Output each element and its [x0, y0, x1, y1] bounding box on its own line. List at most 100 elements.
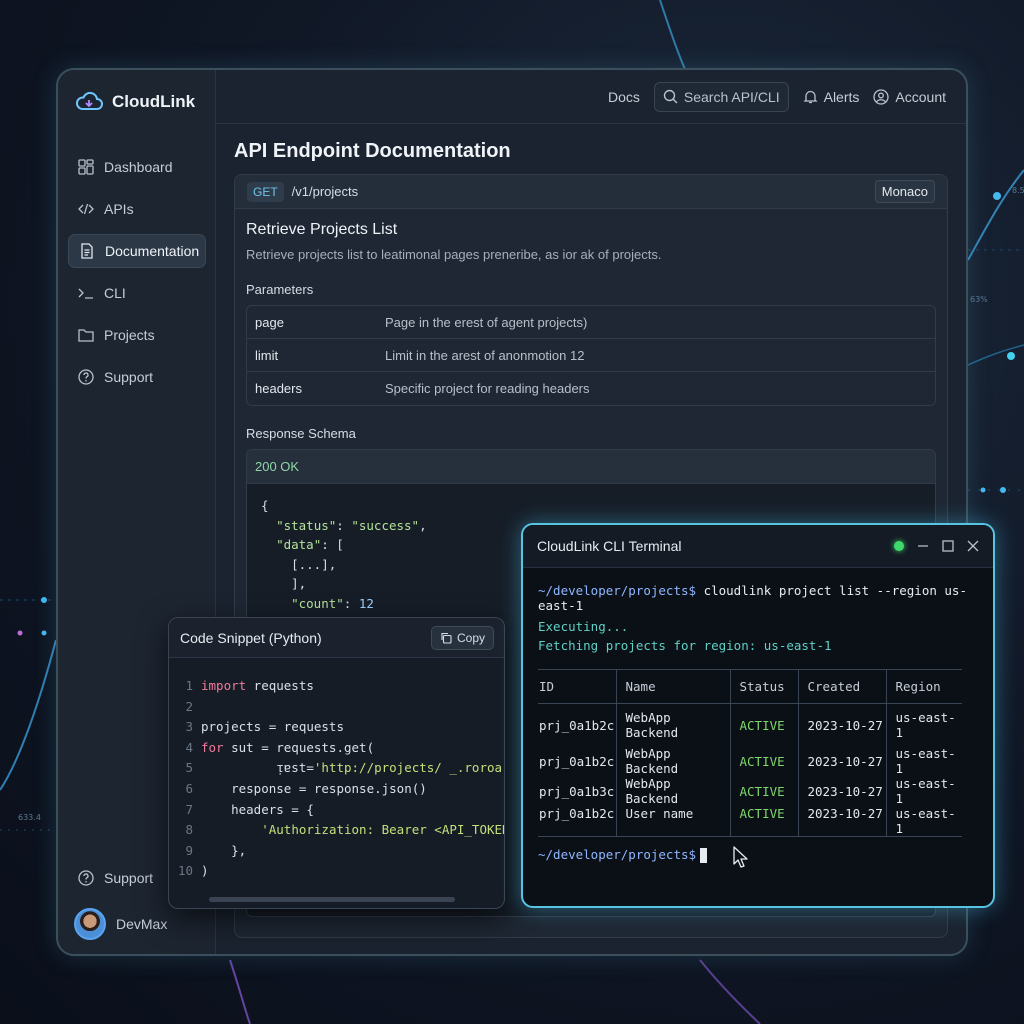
bg-label-2: 63% — [970, 295, 988, 304]
shell-prompt: ~/developer/projects$ — [538, 847, 697, 862]
terminal-output[interactable]: ~/developer/projects$ cloudlink project … — [538, 583, 983, 863]
brand[interactable]: CloudLink — [74, 90, 195, 114]
status-dot-icon — [894, 541, 904, 551]
sidebar-item-projects[interactable]: Projects — [68, 318, 206, 352]
response-schema-label: Response Schema — [246, 426, 356, 441]
brand-name: CloudLink — [112, 92, 196, 111]
snippet-title: Code Snippet (Python) — [180, 629, 322, 646]
code-text: ) — [201, 863, 209, 879]
json-value: 12 — [358, 595, 374, 611]
json-key: "count" — [291, 595, 344, 611]
account-button[interactable]: Account — [873, 89, 946, 105]
sidebar-item-apis[interactable]: APIs — [68, 192, 206, 226]
code-line: 1 import requests — [169, 676, 504, 697]
window-controls — [894, 540, 979, 552]
json-line: [...], — [291, 556, 337, 572]
sidebar-bottom-support[interactable]: Support — [78, 870, 153, 886]
horizontal-scrollbar[interactable] — [209, 897, 455, 902]
line-number: 1 — [185, 678, 193, 693]
cell-region: us-east-1 — [895, 776, 956, 806]
maximize-icon[interactable] — [942, 540, 954, 552]
shell-prompt: ~/developer/projects$ — [538, 583, 697, 598]
copy-label: Copy — [456, 630, 485, 645]
table-row: headers Specific project for reading hea… — [247, 372, 935, 405]
cell-name: WebApp Backend — [616, 703, 731, 740]
search-placeholder: Search API/CLI — [683, 88, 780, 105]
cell-status: ACTIVE — [730, 703, 799, 740]
code-line: 9 }, — [169, 841, 504, 862]
docs-link[interactable]: Docs — [608, 89, 640, 105]
sidebar-item-dashboard[interactable]: Dashboard — [68, 150, 206, 184]
json-line: : [ — [321, 537, 344, 552]
cell-region: us-east-1 — [895, 710, 956, 740]
line-number: 6 — [185, 780, 193, 796]
json-value: "success" — [351, 517, 420, 533]
fetching-text: Fetching projects for region: us-east-1 — [538, 638, 832, 653]
sidebar-item-documentation[interactable]: Documentation — [68, 234, 206, 268]
search-input[interactable]: Search API/CLI — [653, 81, 789, 112]
sidebar-nav: Dashboard APIs Documentation CLI Project… — [68, 150, 206, 402]
code-text: ᴉɐst= — [201, 760, 314, 776]
alerts-button[interactable]: Alerts — [803, 89, 859, 105]
code-string: 'Authorization: Bearer <API_TOKEN>', — [261, 822, 504, 838]
line-number: 3 — [185, 719, 193, 735]
line-number: 9 — [185, 842, 193, 858]
cell-status: ACTIVE — [730, 740, 799, 776]
projects-table: ID Name Status Created Region prj_0a1b2c… — [538, 669, 962, 837]
editor-badge[interactable]: Monaco — [874, 180, 935, 203]
code-keyword: for — [201, 739, 224, 755]
text-cursor — [700, 848, 708, 863]
table-row: prj_0a1b2c WebApp Backend ACTIVE 2023-10… — [538, 740, 962, 776]
line-number: 5 — [185, 760, 193, 776]
bg-label-3: 633.4 — [18, 813, 41, 822]
cell-created: 2023-10-27 — [798, 806, 887, 837]
endpoint-header: GET /v1/projects Monaco — [235, 175, 947, 209]
json-key: "data" — [276, 537, 322, 552]
terminal-header: CloudLink CLI Terminal — [523, 525, 993, 568]
sidebar-item-support[interactable]: Support — [68, 360, 206, 394]
close-icon[interactable] — [967, 540, 979, 552]
cell-region: us-east-1 — [886, 806, 962, 837]
user-profile[interactable]: DevMax — [74, 908, 167, 940]
code-text: headers = { — [201, 801, 314, 817]
code-line: 4 for sut = requests.get( — [169, 738, 504, 759]
sidebar-item-cli[interactable]: CLI — [68, 276, 206, 310]
code-block: 1 import requests 2 3 projects = requests … — [169, 658, 504, 882]
code-line: 7 headers = { — [169, 800, 504, 821]
minimize-icon[interactable] — [917, 540, 929, 552]
code-line: 6 response = response.json() — [169, 779, 504, 800]
section-title: Retrieve Projects List — [246, 221, 398, 238]
cell-id: prj_0a1b2c — [538, 806, 617, 837]
help-icon — [78, 369, 94, 385]
search-icon — [663, 89, 678, 104]
line-number: 2 — [185, 698, 193, 714]
endpoint-path: /v1/projects — [291, 184, 359, 199]
cell-name: WebApp Backend — [616, 740, 731, 776]
copy-icon — [441, 632, 452, 644]
line-number: 8 — [185, 822, 193, 838]
json-line: ], — [291, 576, 307, 591]
table-header-row: ID Name Status Created Region — [538, 669, 962, 704]
line-number: 4 — [185, 739, 193, 755]
terminal-title: CloudLink CLI Terminal — [537, 538, 682, 554]
param-description: Limit in the arest of anonmotion 12 — [385, 347, 585, 363]
line-number: 10 — [177, 863, 193, 879]
section-description: Retrieve projects list to leatimonal pag… — [246, 247, 662, 262]
code-text: response = response.json() — [201, 780, 427, 796]
cell-region: us-east-1 — [895, 746, 956, 776]
sidebar-item-label: APIs — [104, 201, 134, 217]
cell-created: 2023-10-27 — [798, 776, 887, 806]
response-status: 200 OK — [247, 450, 935, 484]
column-header: Status — [730, 669, 799, 704]
sidebar-item-label: Support — [104, 369, 154, 385]
param-name: page — [255, 314, 284, 330]
document-icon — [81, 243, 93, 259]
code-text: projects = requests — [201, 719, 344, 735]
column-header: Name — [616, 669, 731, 704]
code-line: 8 'Authorization: Bearer <API_TOKEN>', — [169, 820, 504, 841]
copy-button[interactable]: Copy — [430, 625, 494, 650]
cell-id: prj_0a1b2c — [538, 740, 617, 776]
terminal-icon — [78, 288, 93, 299]
table-row: limit Limit in the arest of anonmotion 1… — [247, 339, 935, 372]
